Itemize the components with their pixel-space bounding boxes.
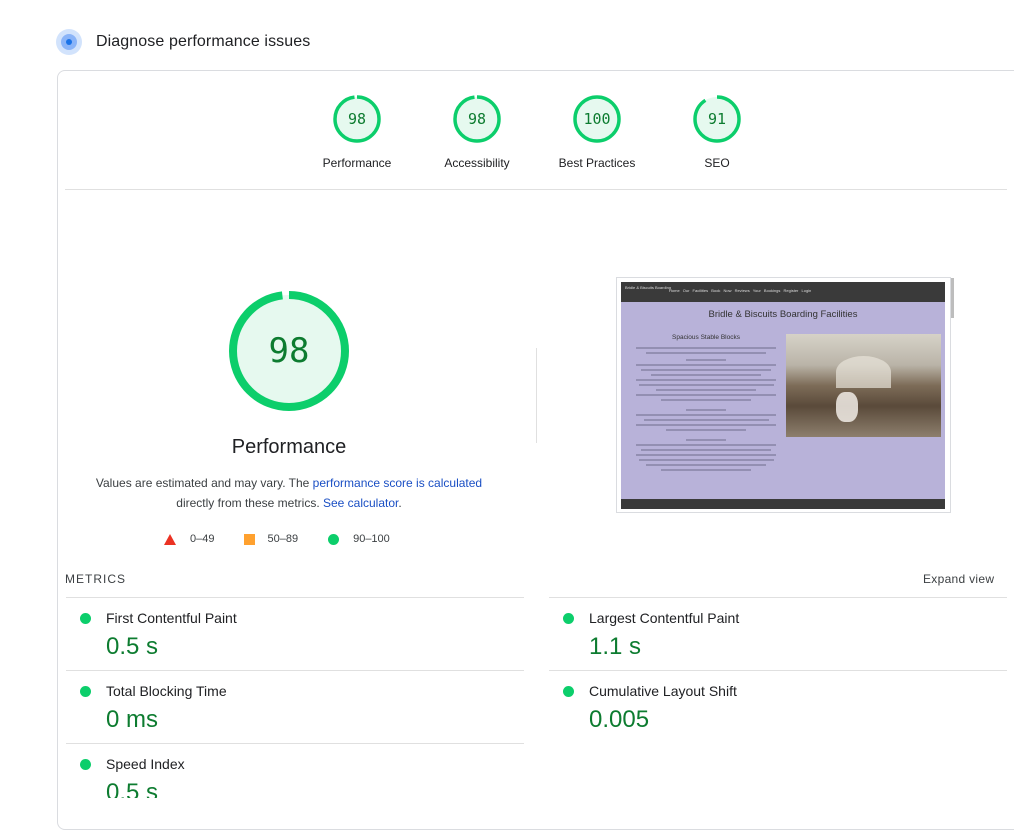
screenshot-title: Bridle & Biscuits Boarding Facilities	[708, 309, 858, 320]
gauge-accessibility[interactable]: 98 Accessibility	[417, 94, 537, 170]
metric-value: 0 ms	[106, 706, 159, 733]
screenshot-nav-links: Home Our Facilities Book Now Reviews You…	[669, 288, 812, 293]
score-description: Values are estimated and may vary. The p…	[86, 473, 492, 513]
gauge-label: Best Practices	[558, 156, 636, 170]
pass-circle-icon	[80, 686, 91, 697]
final-screenshot[interactable]: Bridle & Biscuits Boarding Home Our Faci…	[616, 277, 954, 513]
legend-range: 0–49	[190, 533, 215, 545]
metric-label: Speed Index	[106, 756, 185, 772]
pass-circle-icon	[563, 686, 574, 697]
performance-gauge-large: 98	[229, 291, 349, 411]
performance-icon	[56, 29, 82, 55]
metric-value: 0.5 s	[106, 779, 159, 798]
metric-label: Cumulative Layout Shift	[589, 683, 737, 699]
screenshot-navbar: Bridle & Biscuits Boarding Home Our Faci…	[621, 282, 945, 302]
gauge-performance[interactable]: 98 Performance	[297, 94, 417, 170]
screenshot-footer	[621, 499, 945, 509]
triangle-icon	[164, 533, 176, 545]
divider	[65, 189, 1007, 190]
gauge-score: 98	[348, 110, 366, 128]
vertical-divider	[536, 348, 537, 443]
screenshot-scrollbar	[951, 278, 954, 318]
performance-score: 98	[269, 331, 310, 371]
gauge-label: SEO	[704, 156, 730, 170]
metric-lcp: Largest Contentful Paint 1.1 s	[549, 597, 1007, 671]
description-text: .	[398, 496, 402, 510]
gauge-best-practices[interactable]: 100 Best Practices	[537, 94, 657, 170]
legend-fail: 0–49	[164, 533, 214, 545]
gauge-score: 91	[708, 110, 726, 128]
gauge-ring: 98	[333, 95, 381, 143]
stable-photo	[786, 334, 941, 437]
expand-view-toggle[interactable]: Expand view	[923, 572, 994, 586]
screenshot-subtitle: Spacious Stable Blocks	[672, 334, 740, 341]
screenshot-logo: Bridle & Biscuits Boarding	[625, 285, 672, 290]
performance-score-link[interactable]: performance score is calculated	[313, 476, 482, 490]
gauge-label: Accessibility	[444, 156, 510, 170]
screenshot-body-text	[631, 347, 781, 474]
see-calculator-link[interactable]: See calculator	[323, 496, 398, 510]
section-title: Diagnose performance issues	[96, 33, 311, 50]
section-header: Diagnose performance issues	[56, 28, 310, 56]
category-gauges: 98 Performance 98 Accessibility 100 Best…	[297, 94, 777, 170]
score-legend: 0–49 50–89 90–100	[164, 533, 390, 545]
gauge-score: 98	[468, 110, 486, 128]
legend-pass: 90–100	[328, 533, 390, 545]
metric-label: Largest Contentful Paint	[589, 610, 740, 626]
metric-value: 0.005	[589, 706, 650, 733]
legend-average: 50–89	[244, 533, 298, 545]
gauge-ring: 98	[453, 95, 501, 143]
metric-value: 1.1 s	[589, 633, 642, 660]
description-text: Values are estimated and may vary. The	[95, 476, 313, 490]
description-text: directly from these metrics.	[176, 496, 323, 510]
pass-circle-icon	[80, 613, 91, 624]
circle-icon	[328, 533, 340, 545]
gauge-seo[interactable]: 91 SEO	[657, 94, 777, 170]
pass-circle-icon	[80, 759, 91, 770]
metric-fcp: First Contentful Paint 0.5 s	[66, 597, 524, 671]
metric-label: First Contentful Paint	[106, 610, 237, 626]
metric-value: 0.5 s	[106, 633, 159, 660]
metric-cls: Cumulative Layout Shift 0.005	[549, 670, 1007, 744]
gauge-ring: 91	[693, 95, 741, 143]
gauge-label: Performance	[322, 156, 392, 170]
metric-label: Total Blocking Time	[106, 683, 227, 699]
metric-speed-index: Speed Index 0.5 s	[66, 743, 524, 798]
square-icon	[244, 533, 256, 545]
metrics-heading: METRICS	[65, 572, 126, 586]
legend-range: 50–89	[267, 533, 299, 545]
gauge-score: 100	[583, 110, 610, 128]
pass-circle-icon	[563, 613, 574, 624]
legend-range: 90–100	[353, 533, 390, 545]
gauge-ring: 100	[573, 95, 621, 143]
screenshot-page: Bridle & Biscuits Boarding Home Our Faci…	[621, 282, 945, 509]
metric-tbt: Total Blocking Time 0 ms	[66, 670, 524, 744]
performance-title: Performance	[231, 436, 347, 458]
